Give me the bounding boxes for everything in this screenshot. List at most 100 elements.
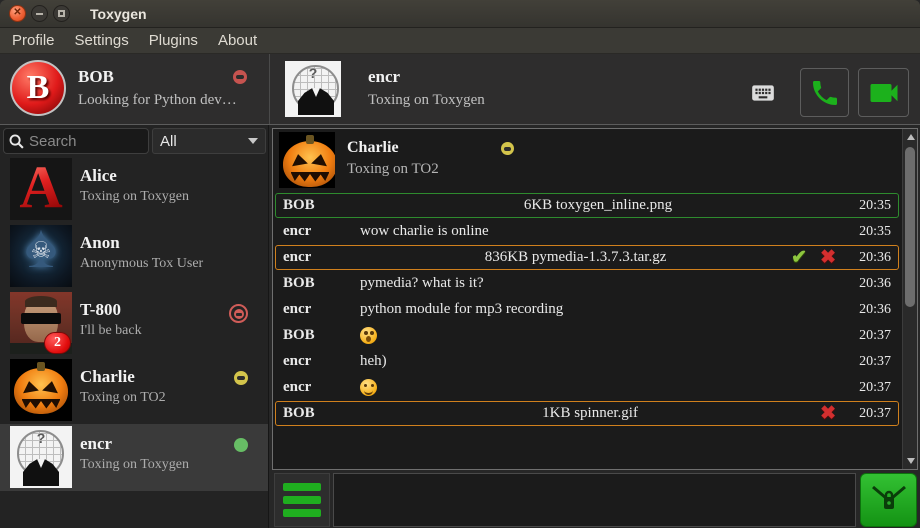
decline-file-button[interactable]: ✖: [820, 404, 836, 423]
smile-emoji: [360, 379, 377, 396]
message-text: 1KB spinner.gif: [360, 405, 820, 422]
chat-menu-button[interactable]: [274, 473, 330, 527]
file-actions: ✖: [820, 404, 836, 423]
menu-profile[interactable]: Profile: [12, 32, 55, 49]
message-text: wow charlie is online: [360, 223, 836, 240]
hamburger-icon: [283, 483, 321, 491]
minimize-icon[interactable]: [31, 5, 48, 22]
divider: [269, 54, 270, 124]
chat-contact-status-message: Toxing on TO2: [347, 161, 439, 178]
chat-contact-name: Charlie: [347, 139, 439, 157]
message-time: 20:36: [846, 302, 898, 318]
contact-avatar: A: [10, 158, 72, 220]
phone-icon: [809, 77, 841, 109]
contact-status-icon: [234, 371, 248, 385]
contact-name: encr: [80, 434, 189, 454]
sidebar: All A Alice Toxing on Toxygen Anon Anony…: [0, 125, 269, 528]
contact-name: Alice: [80, 166, 189, 186]
send-button[interactable]: [860, 473, 917, 527]
message-time: 20:36: [846, 250, 898, 266]
chat-scrollbar[interactable]: [902, 129, 917, 469]
search-icon: [8, 133, 25, 150]
contact-status-icon: [234, 438, 248, 452]
contact-filter-dropdown[interactable]: All: [152, 128, 266, 154]
maximize-icon[interactable]: [53, 5, 70, 22]
message-time: 20:37: [846, 380, 898, 396]
message-sender: encr: [276, 249, 360, 266]
active-contact-name: encr: [368, 67, 400, 87]
contact-status-message: I'll be back: [80, 323, 142, 339]
contact-avatar: [10, 359, 72, 421]
chat-contact-header: Charlie Toxing on TO2: [273, 129, 917, 191]
contact-list-item[interactable]: Anon Anonymous Tox User: [0, 223, 268, 290]
message-text: 6KB toxygen_inline.png: [360, 197, 836, 214]
avatar-shape: [21, 313, 61, 324]
scroll-up-button[interactable]: [903, 129, 918, 145]
contact-name: Charlie: [80, 367, 166, 387]
message-sender: BOB: [276, 405, 360, 422]
contact-name: Anon: [80, 233, 203, 253]
triangle-down-icon: [907, 458, 915, 464]
menu-plugins[interactable]: Plugins: [149, 32, 198, 49]
self-avatar[interactable]: B: [10, 60, 66, 116]
message-sender: encr: [276, 353, 360, 370]
contact-status-message: Toxing on Toxygen: [80, 189, 189, 205]
message-text: heh): [360, 353, 836, 370]
message-text: 836KB pymedia-1.3.7.3.tar.gz: [360, 249, 791, 266]
accept-file-button[interactable]: ✔: [791, 248, 807, 267]
message-sender: encr: [276, 379, 360, 396]
message-sender: BOB: [276, 327, 360, 344]
chevron-down-icon: [248, 138, 258, 144]
message-row: BOB 1KB spinner.gif ✖ 20:37: [275, 401, 899, 426]
video-call-button[interactable]: [858, 68, 909, 117]
contact-filter-value: All: [160, 133, 248, 150]
self-status-message[interactable]: Looking for Python dev…: [78, 92, 237, 109]
message-row: encr python module for mp3 recording 20:…: [275, 297, 899, 322]
keyboard-icon: [743, 80, 783, 106]
search-input[interactable]: [29, 133, 144, 150]
contact-list-item[interactable]: T-800 I'll be back 2: [0, 290, 268, 357]
contact-avatar: [10, 225, 72, 287]
scrollbar-thumb[interactable]: [905, 147, 915, 307]
search-box: [3, 128, 149, 154]
message-text: python module for mp3 recording: [360, 301, 836, 318]
message-time: 20:36: [846, 276, 898, 292]
active-contact-avatar: [285, 61, 341, 117]
menu-settings[interactable]: Settings: [75, 32, 129, 49]
scroll-down-button[interactable]: [903, 453, 918, 469]
menubar: Profile Settings Plugins About: [0, 28, 920, 54]
chat-contact-status-icon: [501, 142, 514, 155]
message-list: BOB 6KB toxygen_inline.png 20:35 encr wo…: [273, 191, 917, 426]
message-input[interactable]: [333, 473, 856, 527]
avatar-shape: A: [10, 158, 72, 220]
message-sender: BOB: [276, 275, 360, 292]
message-time: 20:35: [846, 198, 898, 214]
audio-call-button[interactable]: [800, 68, 849, 117]
message-time: 20:37: [846, 328, 898, 344]
window-title: Toxygen: [90, 6, 147, 22]
message-row: encr wow charlie is online 20:35: [275, 219, 899, 244]
contact-avatar: [10, 426, 72, 488]
menu-about[interactable]: About: [218, 32, 257, 49]
contact-list-item[interactable]: A Alice Toxing on Toxygen: [0, 156, 268, 223]
message-text: [360, 377, 836, 399]
self-status-icon[interactable]: [233, 70, 247, 84]
message-row: BOB 6KB toxygen_inline.png 20:35: [275, 193, 899, 218]
message-time: 20:37: [846, 406, 898, 422]
contact-status-message: Anonymous Tox User: [80, 256, 203, 272]
message-row: encr 20:37: [275, 375, 899, 400]
contact-list-item[interactable]: encr Toxing on Toxygen: [0, 424, 268, 491]
contact-status-message: Toxing on Toxygen: [80, 457, 189, 473]
close-icon[interactable]: [9, 5, 26, 22]
message-time: 20:37: [846, 354, 898, 370]
message-sender: BOB: [276, 197, 360, 214]
titlebar: Toxygen: [0, 0, 920, 28]
send-lock-icon: [869, 482, 909, 518]
self-name[interactable]: BOB: [78, 67, 114, 87]
contact-list-item[interactable]: Charlie Toxing on TO2: [0, 357, 268, 424]
screen-keyboard-button[interactable]: [742, 79, 784, 107]
decline-file-button[interactable]: ✖: [820, 248, 836, 267]
message-text: [360, 325, 836, 347]
contact-status-message: Toxing on TO2: [80, 390, 166, 406]
hamburger-icon: [283, 509, 321, 517]
